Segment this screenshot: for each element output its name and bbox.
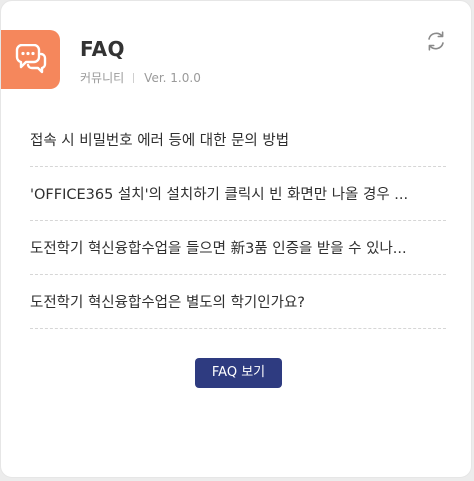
faq-list: 접속 시 비밀번호 에러 등에 대한 문의 방법 'OFFICE365 설치'의… <box>30 113 446 329</box>
faq-widget-card: FAQ 커뮤니티 Ver. 1.0.0 접속 시 비밀번호 에러 등에 대한 문… <box>0 0 472 478</box>
faq-item[interactable]: 'OFFICE365 설치'의 설치하기 클릭시 빈 화면만 나올 경우 ... <box>30 167 446 221</box>
refresh-icon[interactable] <box>424 29 448 53</box>
widget-meta: 커뮤니티 Ver. 1.0.0 <box>80 69 201 86</box>
faq-item[interactable]: 도전학기 혁신융합수업은 별도의 학기인가요? <box>30 275 446 329</box>
faq-view-button[interactable]: FAQ 보기 <box>195 358 282 388</box>
chat-bubbles-icon <box>1 30 60 89</box>
category-label: 커뮤니티 <box>80 71 125 85</box>
version-label: Ver. 1.0.0 <box>144 70 201 85</box>
faq-item[interactable]: 도전학기 혁신융합수업을 들으면 新3품 인증을 받을 수 있나... <box>30 221 446 275</box>
divider <box>133 72 135 83</box>
faq-item[interactable]: 접속 시 비밀번호 에러 등에 대한 문의 방법 <box>30 113 446 167</box>
widget-title: FAQ <box>80 37 125 61</box>
